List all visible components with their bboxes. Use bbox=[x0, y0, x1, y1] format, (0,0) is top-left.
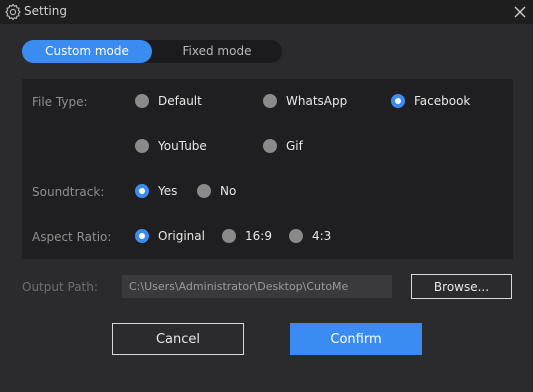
confirm-button[interactable]: Confirm bbox=[290, 323, 422, 355]
radio-file-type-facebook[interactable]: Facebook bbox=[391, 92, 470, 110]
radio-indicator bbox=[197, 184, 211, 198]
radio-indicator bbox=[263, 139, 277, 153]
radio-indicator bbox=[135, 229, 149, 243]
window-title: Setting bbox=[24, 4, 67, 18]
radio-label: YouTube bbox=[158, 139, 207, 153]
radio-aspect-4-3[interactable]: 4:3 bbox=[289, 227, 331, 245]
radio-indicator bbox=[135, 139, 149, 153]
radio-soundtrack-no[interactable]: No bbox=[197, 182, 236, 200]
radio-label: 16:9 bbox=[245, 229, 272, 243]
radio-file-type-youtube[interactable]: YouTube bbox=[135, 137, 207, 155]
title-bar: Setting bbox=[0, 0, 533, 24]
radio-file-type-whatsapp[interactable]: WhatsApp bbox=[263, 92, 347, 110]
options-panel: File Type: Default WhatsApp Facebook You… bbox=[22, 79, 513, 259]
radio-indicator bbox=[263, 94, 277, 108]
radio-label: Original bbox=[158, 229, 205, 243]
browse-button[interactable]: Browse... bbox=[411, 274, 512, 299]
radio-file-type-default[interactable]: Default bbox=[135, 92, 202, 110]
file-type-label: File Type: bbox=[32, 95, 88, 109]
radio-label: WhatsApp bbox=[286, 94, 348, 108]
gear-icon bbox=[5, 3, 21, 21]
soundtrack-label: Soundtrack: bbox=[32, 185, 105, 199]
radio-soundtrack-yes[interactable]: Yes bbox=[135, 182, 177, 200]
radio-indicator bbox=[222, 229, 236, 243]
radio-label: Yes bbox=[158, 184, 178, 198]
radio-label: No bbox=[220, 184, 237, 198]
radio-label: 4:3 bbox=[312, 229, 332, 243]
radio-aspect-16-9[interactable]: 16:9 bbox=[222, 227, 272, 245]
tab-fixed-mode[interactable]: Fixed mode bbox=[152, 40, 282, 63]
radio-indicator bbox=[391, 94, 405, 108]
close-icon[interactable] bbox=[512, 4, 528, 20]
radio-label: Default bbox=[158, 94, 202, 108]
mode-toggle: Custom mode Fixed mode bbox=[22, 40, 282, 63]
cancel-button[interactable]: Cancel bbox=[112, 323, 244, 355]
output-path-input[interactable] bbox=[122, 275, 392, 298]
tab-custom-mode[interactable]: Custom mode bbox=[22, 40, 152, 63]
radio-label: Gif bbox=[286, 139, 303, 153]
output-path-label: Output Path: bbox=[22, 280, 98, 294]
radio-aspect-original[interactable]: Original bbox=[135, 227, 205, 245]
radio-indicator bbox=[135, 184, 149, 198]
settings-dialog: Custom mode Fixed mode File Type: Defaul… bbox=[0, 24, 533, 392]
radio-indicator bbox=[289, 229, 303, 243]
aspect-ratio-label: Aspect Ratio: bbox=[32, 230, 112, 244]
radio-label: Facebook bbox=[414, 94, 471, 108]
radio-file-type-gif[interactable]: Gif bbox=[263, 137, 303, 155]
radio-indicator bbox=[135, 94, 149, 108]
